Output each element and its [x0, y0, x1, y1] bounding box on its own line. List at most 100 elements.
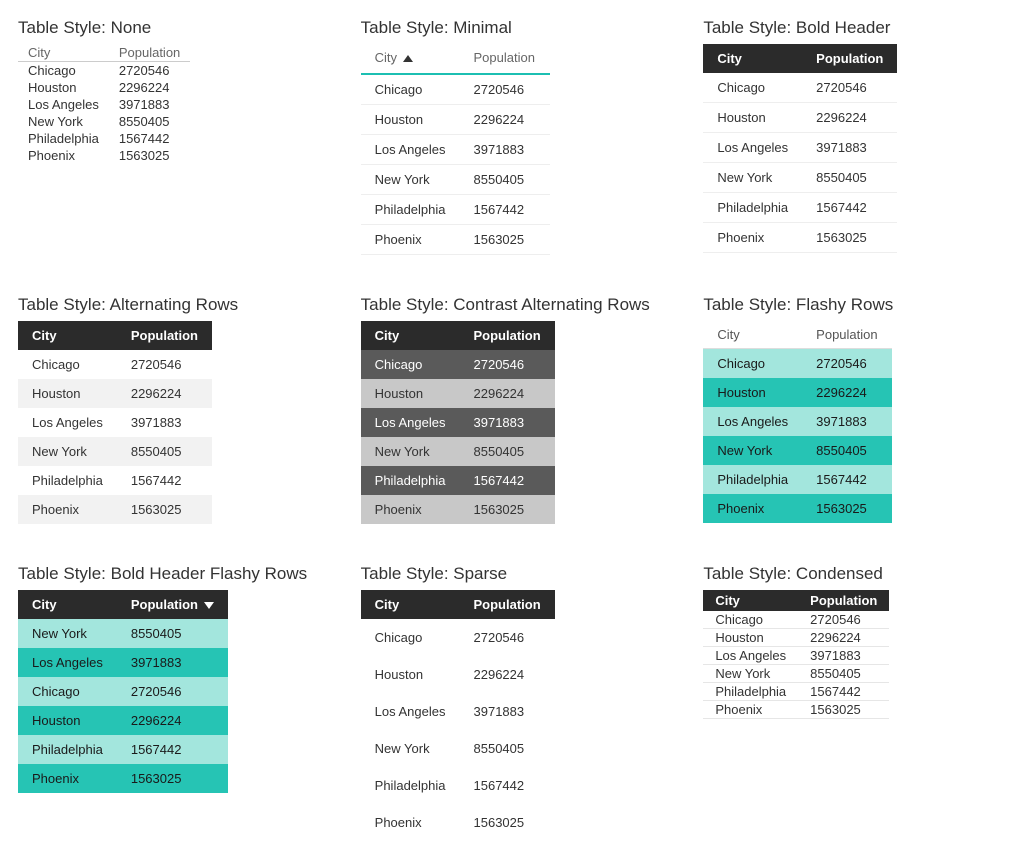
data-table: CityPopulationChicago2720546Houston22962…: [703, 321, 892, 523]
cell-city: Chicago: [361, 74, 460, 105]
table-row[interactable]: Los Angeles3971883: [18, 648, 228, 677]
table-row[interactable]: Los Angeles3971883: [361, 693, 555, 730]
table-row[interactable]: Los Angeles3971883: [18, 96, 190, 113]
cell-city: Chicago: [361, 350, 460, 379]
column-header-population[interactable]: Population: [802, 321, 892, 349]
column-header-city[interactable]: City: [703, 44, 802, 73]
table-row[interactable]: Houston2296224: [361, 379, 555, 408]
cell-city: Phoenix: [703, 223, 802, 253]
table-row[interactable]: Houston2296224: [18, 706, 228, 735]
cell-city: Chicago: [361, 619, 460, 656]
table-row[interactable]: Chicago2720546: [18, 62, 190, 80]
cell-city: Los Angeles: [18, 96, 109, 113]
cell-city: Houston: [361, 656, 460, 693]
column-header-label: Population: [474, 328, 541, 343]
table-row[interactable]: Los Angeles3971883: [361, 408, 555, 437]
cell-population: 8550405: [109, 113, 190, 130]
table-row[interactable]: Houston2296224: [703, 103, 897, 133]
table-row[interactable]: Chicago2720546: [361, 619, 555, 656]
column-header-city[interactable]: City: [361, 321, 460, 350]
cell-city: New York: [361, 437, 460, 466]
table-row[interactable]: Los Angeles3971883: [703, 647, 889, 665]
cell-city: Phoenix: [18, 764, 117, 793]
table-row[interactable]: Los Angeles3971883: [18, 408, 212, 437]
table-row[interactable]: New York8550405: [361, 165, 550, 195]
column-header-population[interactable]: Population: [460, 590, 555, 619]
cell-city: Chicago: [703, 349, 802, 379]
table-row[interactable]: Houston2296224: [18, 79, 190, 96]
cell-city: Phoenix: [361, 225, 460, 255]
column-header-city[interactable]: City: [361, 44, 460, 74]
table-row[interactable]: Los Angeles3971883: [703, 133, 897, 163]
column-header-label: Population: [816, 51, 883, 66]
table-row[interactable]: Philadelphia1567442: [18, 130, 190, 147]
table-row[interactable]: Chicago2720546: [361, 350, 555, 379]
column-header-population[interactable]: Population: [460, 321, 555, 350]
table-row[interactable]: New York8550405: [18, 619, 228, 648]
table-row[interactable]: Phoenix1563025: [361, 495, 555, 524]
table-row[interactable]: Houston2296224: [361, 105, 550, 135]
table-row[interactable]: Phoenix1563025: [703, 701, 889, 719]
cell-city: Los Angeles: [703, 133, 802, 163]
table-row[interactable]: Philadelphia1567442: [18, 466, 212, 495]
cell-population: 1567442: [802, 193, 897, 223]
table-row[interactable]: New York8550405: [361, 437, 555, 466]
cell-population: 1567442: [460, 195, 550, 225]
column-header-city[interactable]: City: [18, 590, 117, 619]
cell-city: Philadelphia: [703, 193, 802, 223]
table-row[interactable]: Chicago2720546: [18, 677, 228, 706]
column-header-population[interactable]: Population: [798, 590, 889, 611]
table-row[interactable]: Philadelphia1567442: [361, 767, 555, 804]
table-row[interactable]: Chicago2720546: [18, 350, 212, 379]
table-row[interactable]: Los Angeles3971883: [361, 135, 550, 165]
table-row[interactable]: Phoenix1563025: [18, 495, 212, 524]
column-header-city[interactable]: City: [18, 44, 109, 62]
table-row[interactable]: Phoenix1563025: [361, 804, 555, 841]
table-row[interactable]: New York8550405: [703, 665, 889, 683]
table-row[interactable]: Philadelphia1567442: [361, 466, 555, 495]
table-row[interactable]: Phoenix1563025: [18, 147, 190, 164]
table-row[interactable]: Phoenix1563025: [18, 764, 228, 793]
table-title: Table Style: Flashy Rows: [703, 295, 1006, 315]
table-row[interactable]: Phoenix1563025: [703, 223, 897, 253]
column-header-city[interactable]: City: [703, 590, 798, 611]
cell-population: 1567442: [117, 735, 228, 764]
column-header-population[interactable]: Population: [117, 321, 212, 350]
table-row[interactable]: Houston2296224: [703, 629, 889, 647]
column-header-population[interactable]: Population: [802, 44, 897, 73]
table-row[interactable]: New York8550405: [18, 437, 212, 466]
table-row[interactable]: Houston2296224: [18, 379, 212, 408]
column-header-city[interactable]: City: [18, 321, 117, 350]
table-row[interactable]: Philadelphia1567442: [361, 195, 550, 225]
table-row[interactable]: Phoenix1563025: [703, 494, 892, 523]
cell-city: Philadelphia: [18, 735, 117, 764]
table-row[interactable]: Chicago2720546: [703, 611, 889, 629]
table-row[interactable]: Philadelphia1567442: [703, 465, 892, 494]
table-row[interactable]: Houston2296224: [361, 656, 555, 693]
table-row[interactable]: Chicago2720546: [361, 74, 550, 105]
column-header-city[interactable]: City: [703, 321, 802, 349]
column-header-population[interactable]: Population: [460, 44, 550, 74]
table-row[interactable]: New York8550405: [18, 113, 190, 130]
table-row[interactable]: New York8550405: [703, 436, 892, 465]
column-header-population[interactable]: Population: [109, 44, 190, 62]
table-panel-bold: Table Style: Bold Header City Population Ch…: [703, 18, 1006, 255]
table-row[interactable]: Chicago2720546: [703, 73, 897, 103]
table-row[interactable]: New York8550405: [703, 163, 897, 193]
table-row[interactable]: Philadelphia1567442: [18, 735, 228, 764]
table-row[interactable]: New York8550405: [361, 730, 555, 767]
table-row[interactable]: Los Angeles3971883: [703, 407, 892, 436]
cell-population: 8550405: [460, 165, 550, 195]
table-row[interactable]: Houston2296224: [703, 378, 892, 407]
table-row[interactable]: Philadelphia1567442: [703, 683, 889, 701]
column-header-population[interactable]: Population: [117, 590, 228, 619]
table-row[interactable]: Chicago2720546: [703, 349, 892, 379]
table-panel-minimal: Table Style: MinimalCityPopulationChicag…: [361, 18, 664, 255]
cell-city: Phoenix: [361, 495, 460, 524]
table-title: Table Style: Bold Header: [703, 18, 1006, 38]
column-header-city[interactable]: City: [361, 590, 460, 619]
table-row[interactable]: Philadelphia1567442: [703, 193, 897, 223]
cell-city: Houston: [18, 79, 109, 96]
table-row[interactable]: Phoenix1563025: [361, 225, 550, 255]
cell-city: Houston: [703, 103, 802, 133]
